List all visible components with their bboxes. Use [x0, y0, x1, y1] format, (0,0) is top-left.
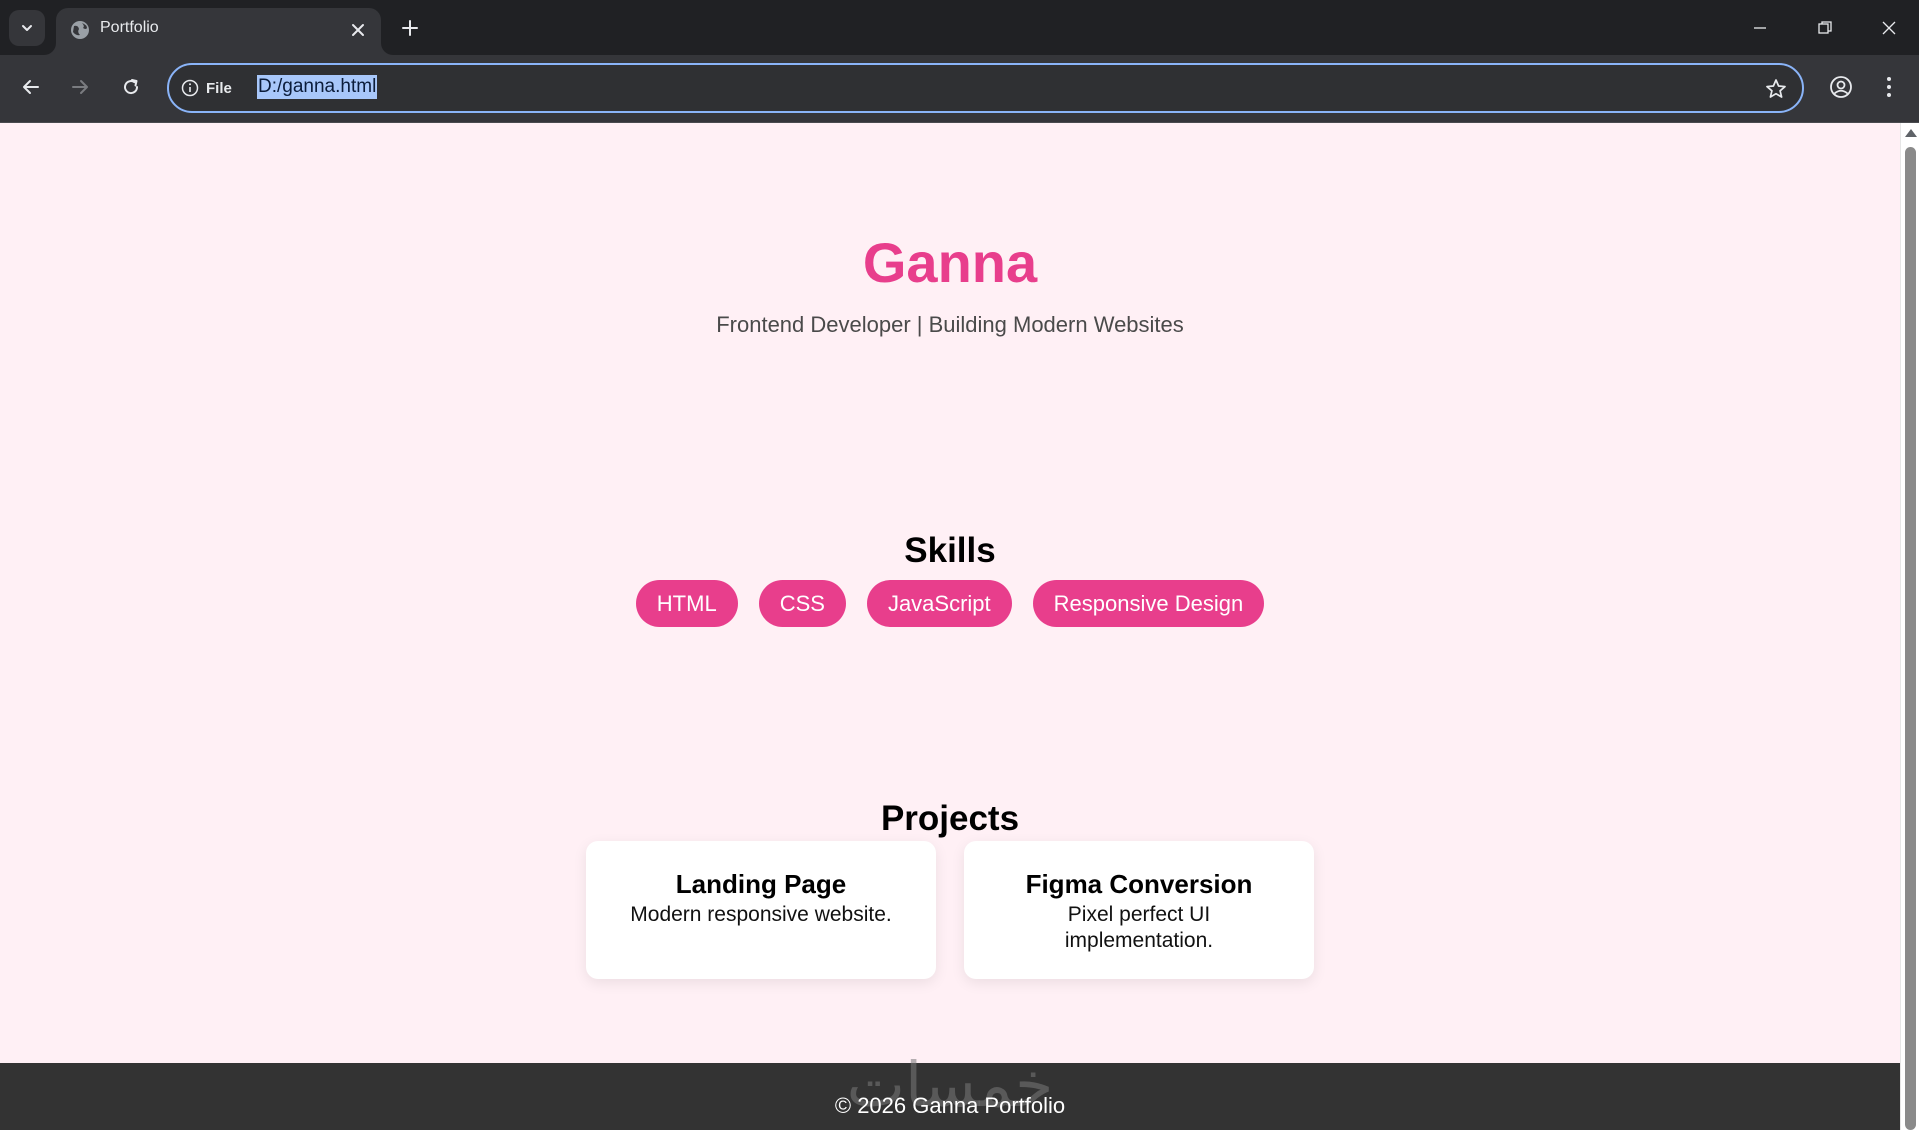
url-text[interactable]: D:/ganna.html: [257, 75, 378, 99]
page-footer: خمسات © 2026 Ganna Portfolio: [0, 1048, 1900, 1130]
project-card-figma-conversion: Figma Conversion Pixel perfect UI implem…: [964, 841, 1314, 979]
plus-icon: [402, 20, 418, 36]
close-icon: [352, 24, 364, 36]
restore-icon: [1818, 20, 1832, 34]
info-icon: [181, 79, 199, 97]
scroll-up-icon[interactable]: [1905, 129, 1917, 137]
scroll-thumb[interactable]: [1905, 147, 1916, 1130]
address-bar[interactable]: File D:/ganna.html: [167, 63, 1804, 113]
skills-list: HTML CSS JavaScript Responsive Design: [0, 580, 1900, 627]
tab-search-button[interactable]: [9, 10, 45, 46]
project-card-title: Figma Conversion: [1025, 869, 1253, 899]
projects-list: Landing Page Modern responsive website. …: [0, 841, 1900, 979]
browser-tab[interactable]: Portfolio: [56, 8, 381, 55]
forward-button[interactable]: [62, 69, 98, 105]
window-close-button[interactable]: [1859, 0, 1919, 55]
skill-pill-javascript: JavaScript: [866, 580, 1012, 627]
globe-icon: [71, 21, 89, 39]
bookmark-button[interactable]: [1762, 75, 1790, 103]
browser-toolbar: File D:/ganna.html: [0, 55, 1919, 123]
browser-menu-button[interactable]: [1871, 69, 1907, 105]
tab-close-button[interactable]: [345, 17, 371, 43]
project-card-description: Pixel perfect UI implementation.: [1064, 903, 1214, 952]
footer-text: © 2026 Ganna Portfolio: [834, 1093, 1066, 1118]
chevron-down-icon: [22, 25, 32, 31]
project-card-description: Modern responsive website.: [630, 903, 892, 926]
skills-heading: Skills: [904, 531, 996, 570]
skill-pill-responsive-design: Responsive Design: [1032, 580, 1265, 627]
arrow-left-icon: [23, 80, 39, 94]
kebab-menu-icon: [1887, 77, 1891, 97]
tab-strip: Portfolio: [0, 0, 1919, 55]
tab-title: Portfolio: [100, 19, 159, 36]
project-card-title: Landing Page: [675, 869, 847, 899]
close-icon: [1882, 21, 1896, 34]
restore-button[interactable]: [1795, 0, 1855, 55]
skill-pill-html: HTML: [635, 580, 738, 627]
site-info-chip[interactable]: File: [181, 77, 232, 99]
minimize-button[interactable]: [1730, 0, 1790, 55]
back-button[interactable]: [13, 69, 49, 105]
minimize-icon: [1754, 26, 1766, 29]
page-viewport: Ganna Frontend Developer | Building Mode…: [0, 123, 1900, 1130]
reload-button[interactable]: [113, 69, 149, 105]
project-card-landing-page: Landing Page Modern responsive website.: [586, 841, 936, 979]
new-tab-button[interactable]: [394, 12, 426, 44]
skill-pill-css: CSS: [758, 580, 846, 627]
projects-heading: Projects: [880, 799, 1020, 838]
profile-button[interactable]: [1823, 69, 1859, 105]
hero-subtitle: Frontend Developer | Building Modern Web…: [716, 312, 1184, 337]
profile-icon: [1830, 76, 1852, 98]
site-info-label: File: [206, 79, 232, 97]
arrow-right-icon: [72, 80, 88, 94]
hero-title: Ganna: [862, 231, 1038, 294]
star-icon: [1766, 79, 1786, 98]
reload-icon: [124, 79, 139, 95]
vertical-scrollbar[interactable]: [1900, 123, 1919, 1130]
